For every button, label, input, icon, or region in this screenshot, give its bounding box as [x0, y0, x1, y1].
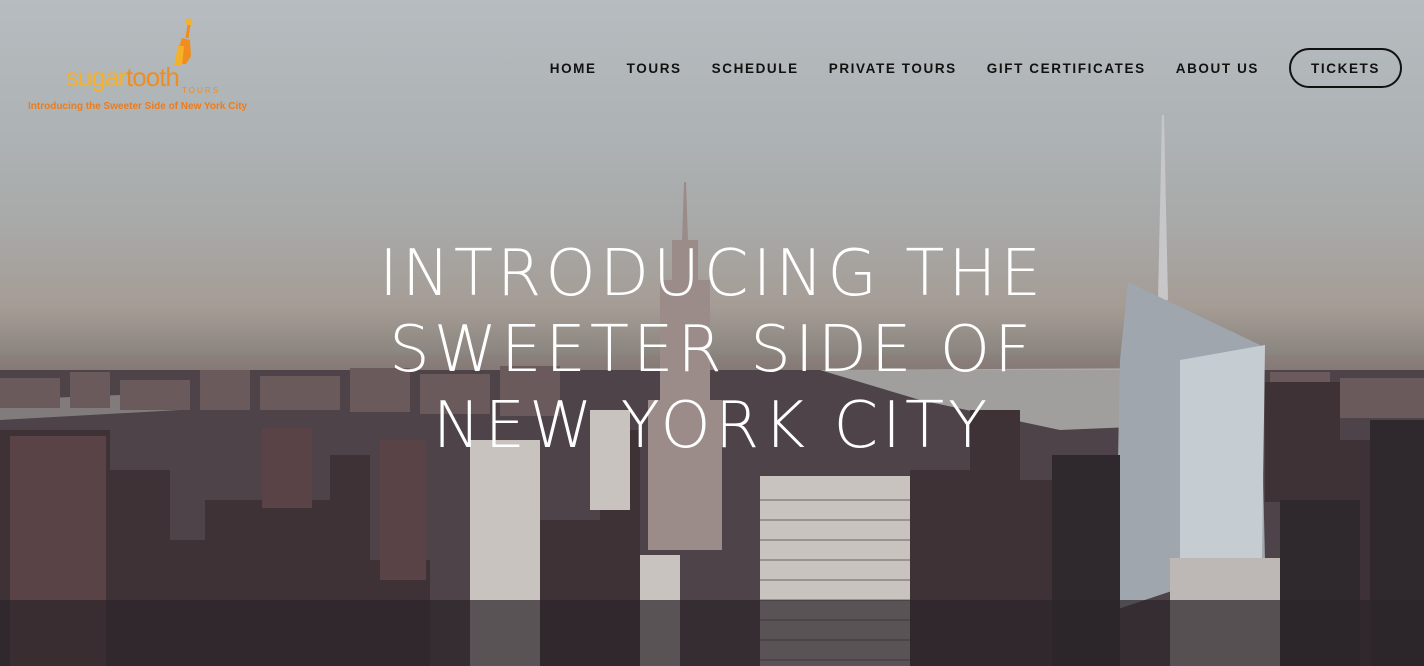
nav-private-tours[interactable]: PRIVATE TOURS [829, 61, 957, 76]
nav-gift-certificates[interactable]: GIFT CERTIFICATES [987, 61, 1146, 76]
tickets-button[interactable]: TICKETS [1289, 48, 1402, 88]
hero-headline-line-2: SWEETER SIDE OF [389, 313, 1035, 387]
hero-headline-line-1: INTRODUCING THE [379, 237, 1045, 311]
site-header: sugartooth TOURS Introducing the Sweeter… [0, 0, 1424, 130]
nav-about-us[interactable]: ABOUT US [1176, 61, 1259, 76]
hero-headline-line-3: NEW YORK CITY [432, 389, 992, 463]
nav-schedule[interactable]: SCHEDULE [712, 61, 799, 76]
logo-wordmark: sugartooth [66, 62, 180, 92]
brand-logo[interactable]: sugartooth TOURS Introducing the Sweeter… [26, 16, 248, 118]
logo-word-sugar: sugar [66, 62, 127, 92]
nav-tours[interactable]: TOURS [627, 61, 682, 76]
logo-tagline: Introducing the Sweeter Side of New York… [28, 101, 248, 112]
hero-headline: INTRODUCING THE SWEETER SIDE OF NEW YORK… [0, 236, 1424, 464]
logo-sub: TOURS [182, 86, 220, 95]
main-nav: HOME TOURS SCHEDULE PRIVATE TOURS GIFT C… [520, 46, 1402, 90]
logo-word-tooth: tooth [126, 62, 180, 92]
nav-home[interactable]: HOME [550, 61, 597, 76]
